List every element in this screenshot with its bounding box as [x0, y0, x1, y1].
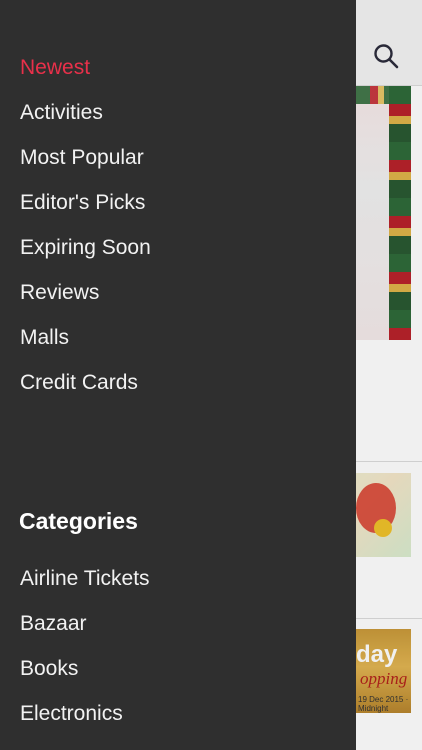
menu-item-malls[interactable]: Malls — [20, 324, 69, 352]
menu-item-reviews[interactable]: Reviews — [20, 279, 99, 307]
navigation-drawer: Newest Activities Most Popular Editor's … — [0, 0, 356, 750]
menu-item-credit-cards[interactable]: Credit Cards — [20, 369, 138, 397]
menu-item-most-popular[interactable]: Most Popular — [20, 144, 144, 172]
menu-item-activities[interactable]: Activities — [20, 99, 103, 127]
menu-item-expiring-soon[interactable]: Expiring Soon — [20, 234, 151, 262]
category-item-airline-tickets[interactable]: Airline Tickets — [20, 565, 150, 593]
category-item-bazaar[interactable]: Bazaar — [20, 610, 87, 638]
menu-item-newest[interactable]: Newest — [20, 54, 90, 82]
drawer-scrim[interactable] — [356, 0, 422, 750]
category-item-books[interactable]: Books — [20, 655, 78, 683]
category-item-electronics[interactable]: Electronics — [20, 700, 123, 728]
menu-item-editors-picks[interactable]: Editor's Picks — [20, 189, 145, 217]
categories-heading: Categories — [19, 508, 138, 534]
